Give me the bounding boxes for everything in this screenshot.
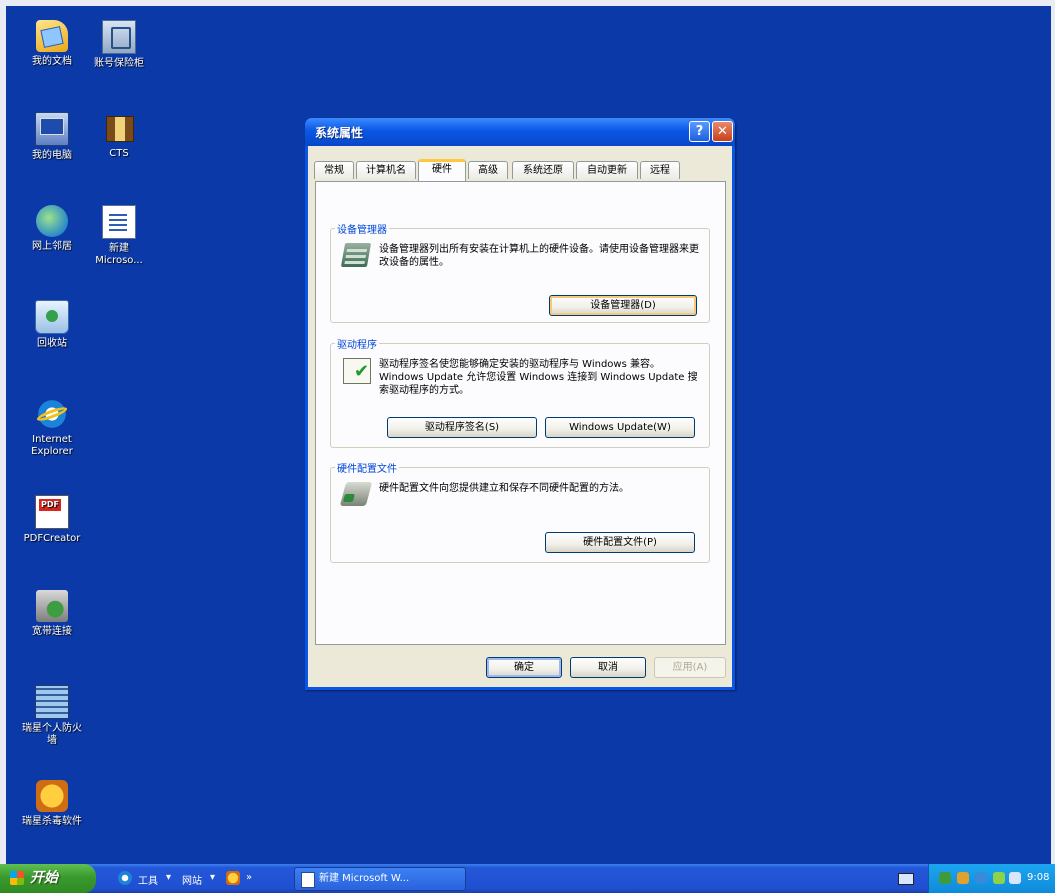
desktop-icon-new-document[interactable]: 新建 Microso... <box>82 205 156 267</box>
desktop-icon-internet-explorer[interactable]: Internet Explorer <box>15 398 89 458</box>
desktop-icon-label: 瑞星杀毒软件 <box>22 816 82 827</box>
desktop-icon-label: Internet Explorer <box>31 434 73 457</box>
internet-explorer-icon <box>36 398 68 430</box>
device-manager-button[interactable]: 设备管理器(D) <box>549 295 697 316</box>
help-icon: ? <box>695 124 704 139</box>
windows-update-button[interactable]: Windows Update(W) <box>545 417 695 438</box>
desktop-icon-label: 我的电脑 <box>32 150 72 161</box>
desktop-icon-network-places[interactable]: 网上邻居 <box>15 205 89 253</box>
desktop-icon-antivirus[interactable]: 瑞星杀毒软件 <box>15 780 89 828</box>
tray-antivirus-icon[interactable] <box>957 872 969 884</box>
firewall-icon <box>35 685 69 719</box>
help-button[interactable]: ? <box>689 121 710 142</box>
toolbar-tools[interactable]: 工具 <box>138 872 158 887</box>
desktop-icon-label: 我的文档 <box>32 56 72 67</box>
quick-launch-chevron-icon[interactable]: » <box>246 872 252 883</box>
tab-remote[interactable]: 远程 <box>640 161 680 179</box>
close-button[interactable]: ✕ <box>712 121 733 142</box>
desktop-icon-label: 宽带连接 <box>32 626 72 637</box>
desktop-icon-my-documents[interactable]: 我的文档 <box>15 20 89 68</box>
ok-button[interactable]: 确定 <box>486 657 562 678</box>
desktop-icon-pdf-creator[interactable]: PDFCreator <box>15 495 89 545</box>
tab-system-restore[interactable]: 系统还原 <box>512 161 574 179</box>
desktop-icon-label: 回收站 <box>37 338 67 349</box>
apply-button[interactable]: 应用(A) <box>654 657 726 678</box>
desktop-icon-label: PDFCreator <box>23 533 81 544</box>
device-manager-description: 设备管理器列出所有安装在计算机上的硬件设备。请使用设备管理器来更改设备的属性。 <box>379 244 699 268</box>
tab-general[interactable]: 常规 <box>314 161 354 179</box>
cts-icon <box>103 112 135 144</box>
tray-network-icon[interactable] <box>939 872 951 884</box>
quick-launch-antivirus-icon[interactable] <box>226 871 240 885</box>
toolbar-sites[interactable]: 网站 <box>182 872 202 887</box>
desktop-icon-label: 新建 Microso... <box>95 243 143 266</box>
taskbar: 开始 工具 ▾ 网站 ▾ » 新建 Microsoft W... 9:08 <box>0 864 1055 893</box>
start-button[interactable]: 开始 <box>0 864 96 893</box>
broadband-connection-icon <box>36 590 68 622</box>
hardware-profiles-button[interactable]: 硬件配置文件(P) <box>545 532 695 553</box>
network-places-icon <box>36 205 68 237</box>
pdf-creator-icon <box>35 495 69 529</box>
system-properties-window: 系统属性 ? ✕ 常规 计算机名 硬件 高级 系统还原 自动更新 远程 设备管理… <box>305 118 735 690</box>
desktop-icon-broadband-connection[interactable]: 宽带连接 <box>15 590 89 638</box>
system-tray: 9:08 <box>928 864 1055 893</box>
word-document-icon <box>301 872 315 888</box>
windows-flag-icon <box>10 871 24 885</box>
device-manager-group: 设备管理器 设备管理器列出所有安装在计算机上的硬件设备。请使用设备管理器来更改设… <box>330 221 710 323</box>
desktop-icon-label: CTS <box>109 148 129 159</box>
hardware-profiles-group: 硬件配置文件 硬件配置文件向您提供建立和保存不同硬件配置的方法。 硬件配置文件(… <box>330 460 710 563</box>
my-documents-icon <box>36 20 68 52</box>
account-safe-icon <box>102 20 136 54</box>
hardware-profiles-group-title: 硬件配置文件 <box>335 460 399 475</box>
desktop-icon-label: 账号保险柜 <box>94 58 144 69</box>
desktop-icon-label: 瑞星个人防火 墙 <box>22 723 82 746</box>
toolbar-dropdown-arrow[interactable]: ▾ <box>166 872 171 883</box>
drivers-description: 驱动程序签名使您能够确定安装的驱动程序与 Windows 兼容。Windows … <box>379 359 698 396</box>
device-manager-group-title: 设备管理器 <box>335 221 389 236</box>
taskbar-button-word-document[interactable]: 新建 Microsoft W... <box>294 867 466 891</box>
quick-launch-ie-icon[interactable] <box>118 871 132 885</box>
title-bar[interactable]: 系统属性 ? ✕ <box>305 118 735 146</box>
antivirus-icon <box>36 780 68 812</box>
desktop-icon-cts[interactable]: CTS <box>82 112 156 160</box>
close-icon: ✕ <box>717 124 728 139</box>
drivers-group: 驱动程序 驱动程序签名使您能够确定安装的驱动程序与 Windows 兼容。Win… <box>330 336 710 448</box>
tab-hardware[interactable]: 硬件 <box>418 159 466 181</box>
hardware-profiles-description: 硬件配置文件向您提供建立和保存不同硬件配置的方法。 <box>379 483 629 494</box>
desktop-icon-firewall[interactable]: 瑞星个人防火 墙 <box>15 685 89 747</box>
tab-advanced[interactable]: 高级 <box>468 161 508 179</box>
desktop-icon-my-computer[interactable]: 我的电脑 <box>15 112 89 162</box>
toolbar-dropdown-arrow[interactable]: ▾ <box>210 872 215 883</box>
dialog-client: 常规 计算机名 硬件 高级 系统还原 自动更新 远程 设备管理器 设备管理器列出… <box>308 146 732 687</box>
window-title: 系统属性 <box>315 126 364 140</box>
tray-firewall-icon[interactable] <box>975 872 987 884</box>
driver-signing-icon <box>343 358 371 384</box>
hardware-profiles-icon <box>339 482 373 506</box>
start-label: 开始 <box>30 870 58 886</box>
hardware-tab-panel: 设备管理器 设备管理器列出所有安装在计算机上的硬件设备。请使用设备管理器来更改设… <box>315 181 726 645</box>
desktop-icon-label: 网上邻居 <box>32 241 72 252</box>
tray-volume-icon[interactable] <box>993 872 1005 884</box>
taskbar-button-label: 新建 Microsoft W... <box>319 873 410 884</box>
tray-im-icon[interactable] <box>1009 872 1021 884</box>
drivers-group-title: 驱动程序 <box>335 336 379 351</box>
keyboard-icon[interactable] <box>898 873 914 885</box>
new-document-icon <box>102 205 136 239</box>
device-manager-icon <box>340 243 372 267</box>
cancel-button[interactable]: 取消 <box>570 657 646 678</box>
desktop-icon-recycle-bin[interactable]: 回收站 <box>15 300 89 350</box>
my-computer-icon <box>35 112 69 146</box>
tab-automatic-updates[interactable]: 自动更新 <box>576 161 638 179</box>
clock[interactable]: 9:08 <box>1027 872 1049 883</box>
tab-computer-name[interactable]: 计算机名 <box>356 161 416 179</box>
desktop-icon-account-safe[interactable]: 账号保险柜 <box>82 20 156 70</box>
recycle-bin-icon <box>35 300 69 334</box>
driver-signing-button[interactable]: 驱动程序签名(S) <box>387 417 537 438</box>
